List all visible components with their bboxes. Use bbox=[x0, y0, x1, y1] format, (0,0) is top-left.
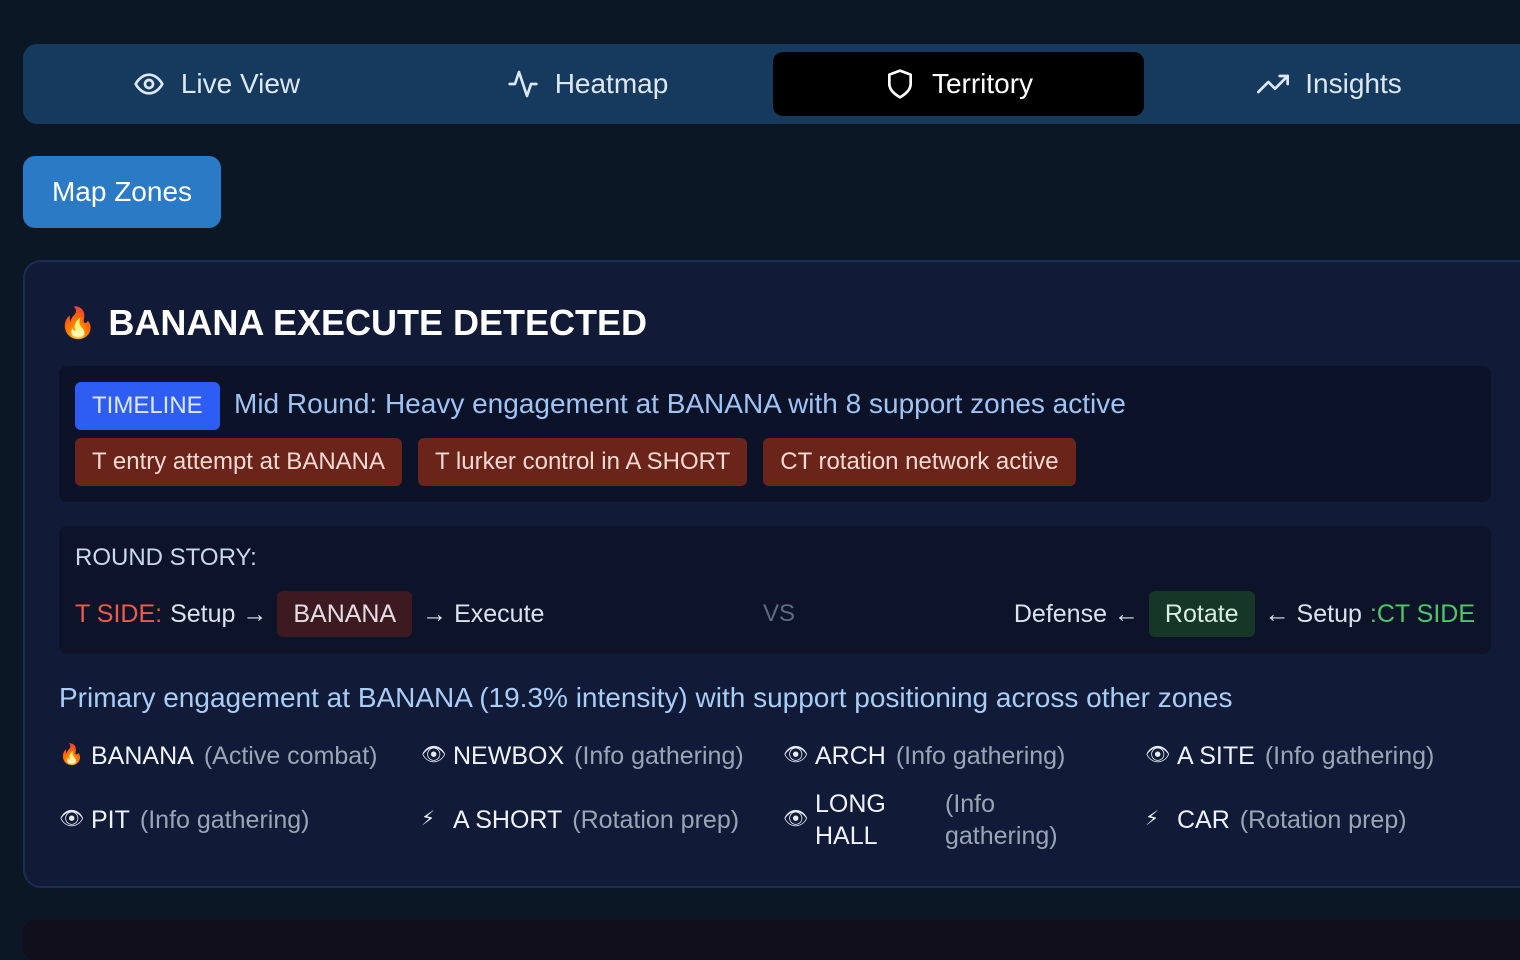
t-setup-text: Setup → bbox=[170, 599, 268, 628]
zone-status: (Info gathering) bbox=[945, 790, 1058, 850]
map-zones-button[interactable]: Map Zones bbox=[23, 156, 221, 228]
t-side-story: T SIDE: Setup → BANANA → Execute bbox=[75, 590, 544, 638]
zone-status: (Rotation prep) bbox=[1239, 806, 1407, 834]
ct-defense-text: Defense ← bbox=[1013, 599, 1139, 628]
round-story-panel: ROUND STORY: T SIDE: Setup → BANANA → Ex… bbox=[59, 526, 1491, 654]
zone-name: A SHORT bbox=[453, 806, 563, 834]
zone-status: (Info gathering) bbox=[895, 742, 1066, 770]
eye-icon: 👁 bbox=[59, 808, 85, 830]
zone-item: 🔥 BANANA (Active combat) bbox=[59, 740, 377, 772]
eye-icon: 👁 bbox=[421, 744, 447, 766]
zone-item: 👁 A SITE (Info gathering) bbox=[1145, 740, 1434, 772]
zone-item: ⚡ CAR (Rotation prep) bbox=[1145, 804, 1407, 836]
timeline-text: Mid Round: Heavy engagement at BANANA wi… bbox=[234, 388, 1126, 419]
ct-side-story: Defense ← Rotate ← Setup :CT SIDE bbox=[1014, 590, 1475, 638]
zone-status: (Info gathering) bbox=[139, 806, 310, 834]
t-execute-text: → Execute bbox=[422, 599, 545, 628]
event-chip: T entry attempt at BANANA bbox=[75, 438, 403, 486]
zone-item: ⚡ A SHORT (Rotation prep) bbox=[421, 804, 739, 836]
zone-status: (Info gathering) bbox=[1264, 742, 1435, 770]
tab-territory[interactable]: Territory bbox=[773, 52, 1144, 116]
alert-title-text: BANANA EXECUTE DETECTED bbox=[108, 302, 648, 343]
zone-item: 👁 PIT (Info gathering) bbox=[59, 804, 309, 836]
vs-label: VS bbox=[763, 600, 796, 627]
zone-status: (Info gathering) bbox=[574, 742, 744, 770]
event-chip: T lurker control in A SHORT bbox=[418, 438, 748, 486]
next-card-edge bbox=[23, 920, 1520, 960]
t-zone-chip: BANANA bbox=[277, 591, 413, 637]
eye-icon bbox=[134, 73, 164, 95]
tab-heatmap[interactable]: Heatmap bbox=[402, 52, 773, 116]
engagement-summary: Primary engagement at BANANA (19.3% inte… bbox=[59, 682, 1233, 713]
zone-item: 👁 LONG HALL (Info gathering) bbox=[783, 788, 1075, 852]
tab-live-view[interactable]: Live View bbox=[31, 52, 402, 116]
ct-zone-chip: Rotate bbox=[1148, 591, 1255, 637]
zone-name: NEWBOX bbox=[453, 742, 565, 770]
tab-label: Insights bbox=[1305, 68, 1402, 99]
tab-label: Heatmap bbox=[554, 68, 669, 99]
zone-name: BANANA bbox=[91, 742, 194, 770]
ct-side-label: :CT SIDE bbox=[1369, 599, 1475, 628]
shield-icon bbox=[887, 69, 912, 99]
lightning-icon: ⚡ bbox=[421, 808, 436, 830]
zone-status: (Active combat) bbox=[203, 742, 378, 770]
activity-icon bbox=[508, 70, 538, 98]
alert-title: 🔥 BANANA EXECUTE DETECTED bbox=[59, 302, 647, 344]
zone-status: (Rotation prep) bbox=[572, 806, 740, 834]
eye-icon: 👁 bbox=[783, 744, 809, 766]
zone-item: 👁 ARCH (Info gathering) bbox=[783, 740, 1065, 772]
trending-up-icon bbox=[1257, 74, 1290, 94]
lightning-icon: ⚡ bbox=[1145, 808, 1160, 830]
event-chip: CT rotation network active bbox=[763, 438, 1076, 486]
tab-bar: Live View Heatmap Territory Insights bbox=[23, 44, 1520, 124]
fire-icon: 🔥 bbox=[59, 744, 84, 766]
eye-icon: 👁 bbox=[783, 808, 809, 830]
timeline-badge: TIMELINE bbox=[75, 382, 220, 430]
zone-name: PIT bbox=[91, 806, 130, 834]
round-story-title: ROUND STORY: bbox=[75, 544, 257, 571]
ct-setup-text: ← Setup bbox=[1264, 599, 1362, 628]
tab-insights[interactable]: Insights bbox=[1144, 52, 1515, 116]
event-list: T entry attempt at BANANA T lurker contr… bbox=[75, 438, 1076, 486]
zone-name: CAR bbox=[1177, 806, 1230, 834]
t-side-label: T SIDE: bbox=[75, 599, 163, 628]
timeline-panel: TIMELINE Mid Round: Heavy engagement at … bbox=[59, 366, 1491, 502]
tab-label: Live View bbox=[180, 68, 301, 99]
zone-name: A SITE bbox=[1177, 742, 1255, 770]
eye-icon: 👁 bbox=[1145, 744, 1171, 766]
tab-label: Territory bbox=[931, 68, 1034, 99]
zone-name: ARCH bbox=[815, 742, 886, 770]
zone-item: 👁 NEWBOX (Info gathering) bbox=[421, 740, 744, 772]
fire-icon: 🔥 bbox=[59, 306, 97, 340]
execute-alert-card: 🔥 BANANA EXECUTE DETECTED TIMELINE Mid R… bbox=[23, 260, 1520, 888]
zone-name: LONG HALL bbox=[815, 790, 886, 850]
